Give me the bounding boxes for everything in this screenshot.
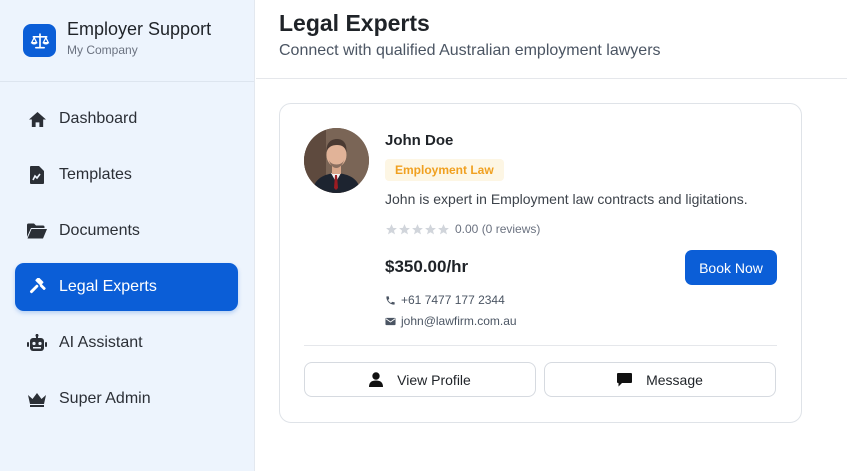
divider [304, 345, 777, 346]
comment-icon [617, 372, 633, 386]
star-icon [412, 223, 423, 234]
sidebar-item-legal-experts[interactable]: Legal Experts [15, 263, 238, 311]
phone-contact: +61 7477 177 2344 [385, 293, 505, 307]
avatar [304, 128, 369, 193]
envelope-icon [385, 317, 396, 325]
scale-icon [23, 24, 56, 57]
phone-icon [386, 295, 395, 305]
folder-open-icon [26, 220, 48, 242]
sidebar-item-dashboard[interactable]: Dashboard [15, 95, 238, 143]
user-icon [369, 372, 384, 387]
expert-name: John Doe [385, 132, 454, 149]
sidebar-item-documents[interactable]: Documents [15, 207, 238, 255]
view-profile-label: View Profile [397, 371, 471, 388]
rating-stars [385, 223, 450, 236]
expert-bio: John is expert in Employment law contrac… [385, 191, 748, 207]
book-now-button[interactable]: Book Now [685, 250, 777, 285]
brand-subtitle: My Company [67, 43, 138, 57]
sidebar-item-label: Dashboard [59, 110, 138, 127]
email-address: john@lawfirm.com.au [401, 314, 517, 328]
rating-text: 0.00 (0 reviews) [455, 222, 541, 236]
file-chart-icon [26, 164, 48, 186]
crown-icon [26, 388, 48, 410]
rating: 0.00 (0 reviews) [385, 222, 540, 236]
robot-icon [26, 332, 48, 354]
expert-card: John Doe Employment Law John is expert i… [279, 103, 802, 423]
sidebar-item-label: AI Assistant [59, 334, 143, 351]
message-label: Message [646, 371, 703, 388]
page-title: Legal Experts [279, 10, 430, 36]
home-icon [26, 108, 48, 130]
sidebar-nav: Dashboard Templates Documents Legal Expe… [15, 95, 238, 431]
email-contact: john@lawfirm.com.au [385, 314, 517, 328]
sidebar-item-label: Templates [59, 166, 132, 183]
page-subtitle: Connect with qualified Australian employ… [279, 42, 661, 59]
specialty-badge: Employment Law [385, 159, 504, 181]
sidebar-item-super-admin[interactable]: Super Admin [15, 375, 238, 423]
phone-number: +61 7477 177 2344 [401, 293, 505, 307]
star-icon [425, 223, 436, 234]
hourly-rate: $350.00/hr [385, 257, 469, 276]
view-profile-button[interactable]: View Profile [304, 362, 536, 397]
message-button[interactable]: Message [544, 362, 776, 397]
sidebar-item-label: Super Admin [59, 390, 151, 407]
sidebar-item-label: Legal Experts [59, 278, 157, 295]
sidebar-item-label: Documents [59, 222, 140, 239]
star-icon [438, 223, 449, 234]
sidebar-item-templates[interactable]: Templates [15, 151, 238, 199]
brand: Employer Support My Company [0, 0, 254, 82]
sidebar: Employer Support My Company Dashboard Te… [0, 0, 255, 471]
star-icon [386, 223, 397, 234]
page-header: Legal Experts Connect with qualified Aus… [256, 0, 847, 79]
sidebar-item-ai-assistant[interactable]: AI Assistant [15, 319, 238, 367]
brand-title: Employer Support [67, 19, 212, 39]
gavel-icon [26, 276, 48, 298]
star-icon [399, 223, 410, 234]
